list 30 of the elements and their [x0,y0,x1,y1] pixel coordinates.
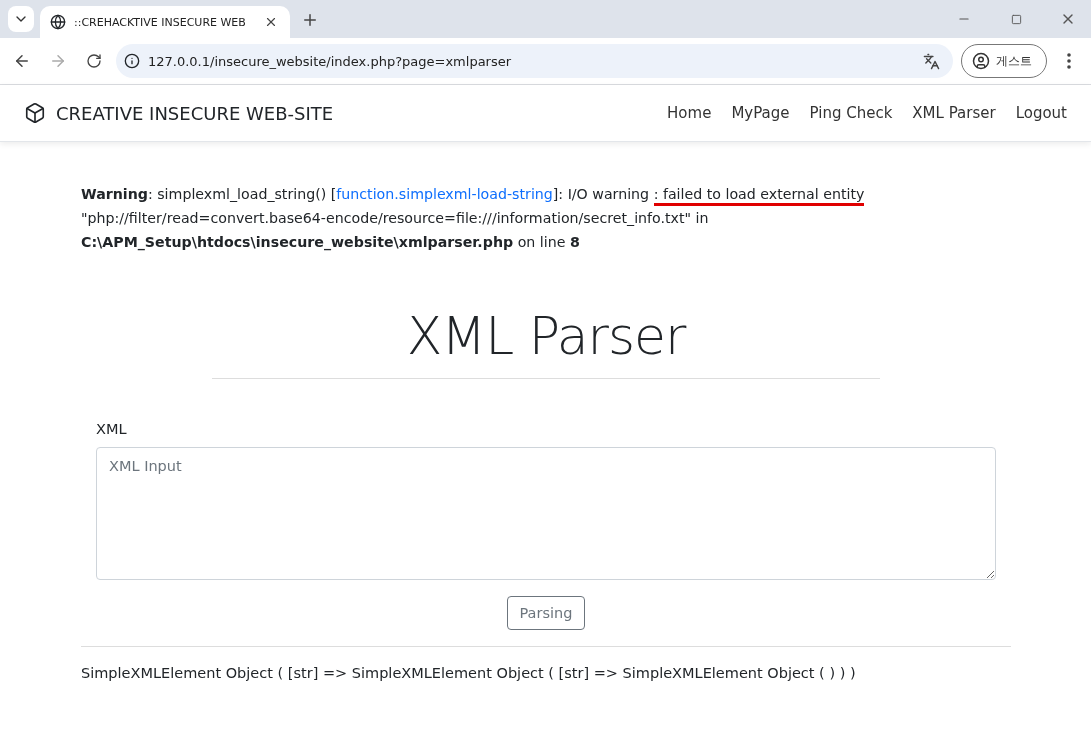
close-icon [264,15,278,29]
function-link[interactable]: function.simplexml-load-string [336,186,553,202]
nav-link[interactable]: Ping Check [809,104,893,122]
translate-icon [922,52,940,70]
profile-button[interactable]: 게스트 [961,44,1047,78]
globe-icon [50,14,66,30]
site-brand[interactable]: CREATIVE INSECURE WEB-SITE [24,102,334,124]
maximize-icon [1010,13,1022,25]
user-icon [972,52,990,70]
forward-arrow-icon [49,52,67,70]
plus-icon [301,11,319,29]
tab-title: ::CREHACKTIVE INSECURE WEB [74,15,247,29]
address-bar[interactable]: 127.0.0.1/insecure_website/index.php?page=xmlparser [116,44,953,78]
reload-icon [86,53,102,69]
nav-link[interactable]: XML Parser [912,104,996,122]
nav-link[interactable]: Home [667,104,712,122]
php-warning: Warning: simplexml_load_string() [function.simplexml-load-string]: I/O warning : failed to load external entity "php://filter/read=convert.base64-encode/resource=file:///information/secret_info.txt" in C:\APM_Setup\htdocs\insecure_website\xmlparser.php on line 8 [81,185,866,253]
tab-search-button[interactable] [8,6,34,32]
cube-icon [24,102,46,124]
browser-tab[interactable]: ::CREHACKTIVE INSECURE WEB [40,6,290,38]
nav-link[interactable]: Logout [1015,104,1067,122]
xml-input-field[interactable]: XML Input [96,447,996,580]
parsing-button[interactable]: Parsing [506,596,586,630]
menu-icon [1067,53,1071,69]
field-label: XML [96,421,128,437]
nav-link[interactable]: MyPage [731,104,790,122]
parse-result: SimpleXMLElement Object ( [str] => SimpleXMLElement Object ( [str] => SimpleXMLElement Object ( ) ) ) [81,646,1011,681]
url-text: 127.0.0.1/insecure_website/index.php?page=xmlparser [148,53,513,69]
info-icon [124,53,140,69]
page-title: XML Parser [212,306,880,379]
